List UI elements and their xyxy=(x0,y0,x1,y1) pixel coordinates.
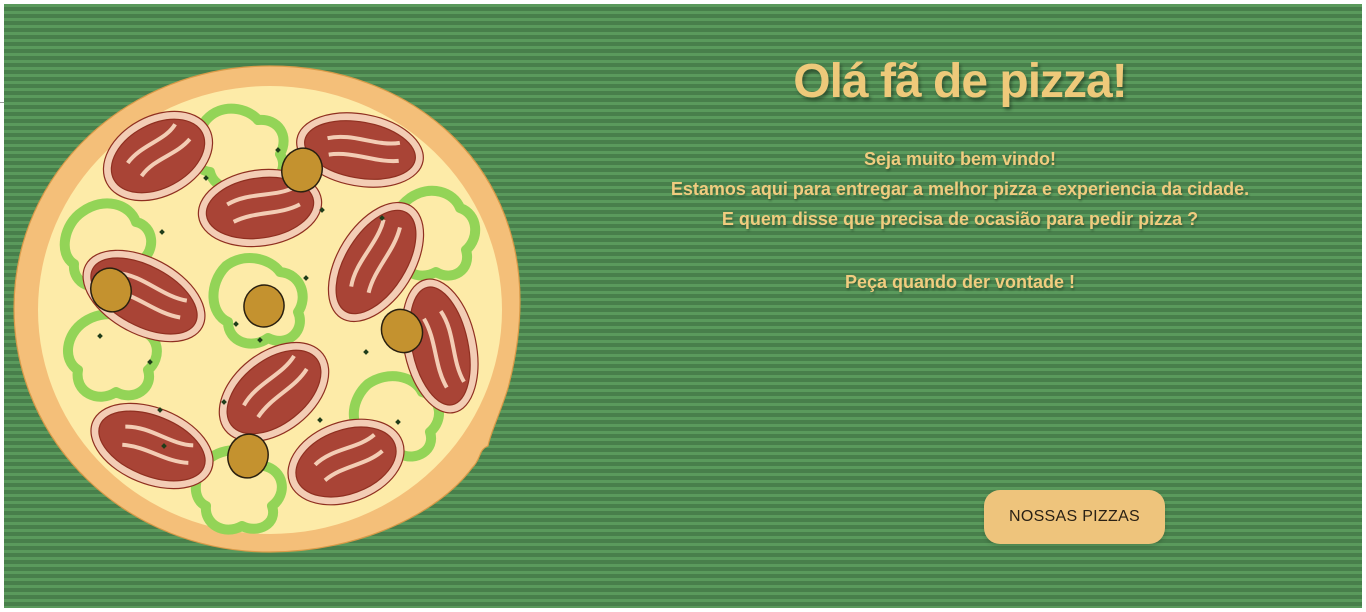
welcome-line: Seja muito bem vindo! xyxy=(863,149,1057,169)
pizza-illustration xyxy=(13,65,521,553)
occasion-line: E quem disse que precisa de ocasião para… xyxy=(721,209,1199,229)
hero-title: Olá fã de pizza! xyxy=(793,55,1127,108)
mission-line: Estamos aqui para entregar a melhor pizz… xyxy=(670,179,1250,199)
hero-content: Olá fã de pizza! Seja muito bem vindo! E… xyxy=(640,50,1280,297)
order-line: Peça quando der vontade ! xyxy=(844,272,1076,292)
our-pizzas-button[interactable]: NOSSAS PIZZAS xyxy=(984,490,1165,544)
